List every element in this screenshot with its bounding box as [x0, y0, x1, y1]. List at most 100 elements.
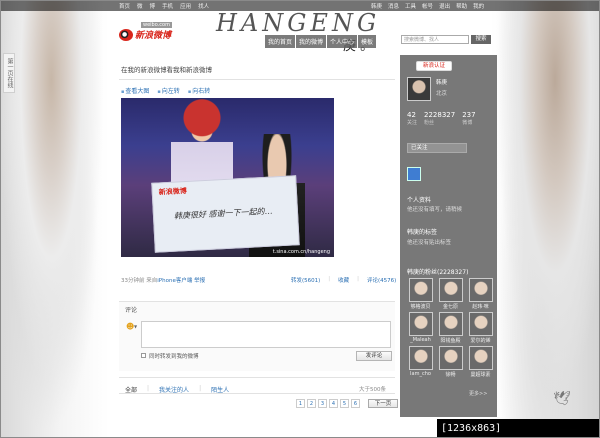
background-left-portrait — [1, 1, 113, 437]
followed-button[interactable]: 已关注 — [407, 143, 467, 153]
profile-stats: 42 关注 2228327 粉丝 237 微博 — [407, 111, 476, 126]
top-nav-item[interactable]: 消息 — [388, 2, 399, 10]
top-nav-item[interactable]: 微 — [137, 2, 143, 10]
top-nav-item[interactable]: 帮助 — [456, 2, 467, 10]
next-page-button[interactable]: 下一页 — [368, 399, 398, 408]
repost-link[interactable]: 转发(5601) — [291, 276, 320, 284]
profile-location: 北京 — [436, 91, 448, 97]
page-link[interactable]: 2 — [307, 399, 316, 408]
fan-item[interactable]: 赵玮·咪 — [467, 278, 494, 310]
logo-url: weibo.com — [141, 22, 172, 28]
top-nav-item[interactable]: 退出 — [439, 2, 450, 10]
top-nav-item[interactable]: 手机 — [162, 2, 173, 10]
submit-comment-button[interactable]: 发评论 — [356, 351, 392, 361]
fans-grid: 够格波贝 金七原 赵玮·咪 _Maleah 阳钱鱼殿 爱尔的烯 Iam_cho … — [407, 278, 494, 378]
top-nav-item[interactable]: 我的 — [473, 2, 484, 10]
stat-weibo[interactable]: 237 微博 — [462, 111, 475, 126]
side-tab[interactable]: 第一页在线 — [3, 53, 15, 93]
fan-item[interactable]: 徐畅 — [437, 346, 464, 378]
stat-following[interactable]: 42 关注 — [407, 111, 417, 126]
profile-name[interactable]: 韩庚 — [436, 78, 447, 86]
fan-avatar — [408, 346, 433, 370]
nav-personal-center[interactable]: 个人中心 — [327, 35, 358, 48]
weibo-eye-icon — [119, 28, 133, 41]
page-link[interactable]: 1 — [296, 399, 305, 408]
comment-link[interactable]: 评论(4576) — [367, 276, 396, 284]
page-link[interactable]: 5 — [340, 399, 349, 408]
top-nav-item[interactable]: 工具 — [405, 2, 416, 10]
stat-label: 关注 — [407, 120, 418, 126]
post-client-link[interactable]: iPhone客户端 — [157, 278, 192, 284]
sign-logo: 新浪微博 — [158, 187, 187, 197]
fan-avatar — [438, 312, 463, 336]
fan-name: _Maleah — [410, 337, 431, 343]
main-nav: 我的首页 我的微博 个人中心 模板 — [265, 35, 377, 48]
comment-input[interactable] — [141, 321, 391, 348]
fan-item[interactable]: 爱尔的烯 — [467, 312, 494, 344]
fan-item[interactable]: 够格波贝 — [407, 278, 434, 310]
tags-section-text: 他还没有贴出标签 — [407, 240, 452, 246]
nav-my-weibo[interactable]: 我的微博 — [296, 35, 327, 48]
profile-sidebar: 新浪认证 韩庚 北京 42 关注 2228327 粉丝 237 微博 已关注 个… — [400, 55, 497, 417]
comment-label: 评论 — [125, 307, 138, 314]
fan-name: Iam_cho — [410, 371, 431, 377]
stat-fans[interactable]: 2228327 粉丝 — [424, 111, 455, 126]
avatar[interactable] — [407, 77, 431, 101]
nav-my-home[interactable]: 我的首页 — [265, 35, 296, 48]
more-fans-link[interactable]: 更多>> — [469, 390, 487, 397]
separator: | — [328, 276, 331, 282]
rotate-right-link[interactable]: 向右转 — [188, 86, 210, 95]
sign-handwriting: 韩庚很好 感谢一下一起的… — [173, 206, 273, 221]
fans-section-title[interactable]: 韩庚的粉丝(2228327) — [407, 267, 468, 276]
fan-name: 够格波贝 — [410, 304, 431, 310]
view-large-image-link[interactable]: 查看大图 — [121, 86, 149, 95]
fan-avatar — [438, 278, 463, 302]
fan-name: 爱尔的烯 — [470, 338, 491, 344]
fan-name: 曼超球素 — [470, 372, 491, 378]
top-nav-left: 首页 微 博 手机 应用 找人 — [119, 2, 209, 10]
stat-number: 237 — [462, 111, 476, 119]
top-nav-item[interactable]: 首页 — [119, 2, 130, 10]
page-link[interactable]: 4 — [329, 399, 338, 408]
post-meta: 33分钟前 来自iPhone客户端 举报 — [121, 276, 205, 284]
divider — [119, 393, 395, 394]
report-link[interactable]: 举报 — [194, 278, 205, 284]
post-actions: 转发(5601) | 收藏 | 评论(4576) — [291, 276, 396, 284]
fan-item[interactable]: _Maleah — [407, 312, 434, 344]
top-nav-item[interactable]: 找人 — [198, 2, 209, 10]
fan-item[interactable]: 阳钱鱼殿 — [437, 312, 464, 344]
logo-text: 新浪微博 — [135, 31, 172, 41]
page-link[interactable]: 3 — [318, 399, 327, 408]
search-input[interactable]: 搜索微博、找人 — [401, 35, 469, 44]
favorite-link[interactable]: 收藏 — [338, 276, 349, 284]
divider — [119, 79, 395, 80]
pagination: 1 2 3 4 5 6 下一页 — [296, 399, 398, 408]
top-nav-item[interactable]: 博 — [150, 2, 156, 10]
post-photo[interactable]: 新浪微博 韩庚很好 感谢一下一起的… t.sina.com.cn/hangeng — [121, 98, 334, 257]
top-nav-item[interactable]: 帐号 — [422, 2, 433, 10]
fan-item[interactable]: 曼超球素 — [467, 346, 494, 378]
page-link[interactable]: 6 — [351, 399, 360, 408]
fan-item[interactable]: Iam_cho — [407, 346, 434, 378]
fan-item[interactable]: 金七原 — [437, 278, 464, 310]
weibo-logo[interactable]: 新浪微博 — [119, 28, 171, 41]
image-size-stamp: [1236x863] https://upic.me/ — [437, 419, 599, 437]
verified-badge[interactable]: 新浪认证 — [416, 61, 452, 71]
fan-avatar — [468, 346, 493, 370]
photo-sign-board: 新浪微博 韩庚很好 感谢一下一起的… — [151, 175, 300, 253]
top-nav-right: 韩庚 消息 工具 帐号 退出 帮助 我的 — [371, 2, 484, 10]
profile-section-title: 个人资料 — [407, 197, 432, 204]
nav-template[interactable]: 模板 — [358, 35, 377, 48]
top-nav-item[interactable]: 应用 — [180, 2, 191, 10]
comment-box: 评论 ☻ ▼ 同时转发到我的微博 发评论 — [119, 301, 395, 371]
profile-section-text: 他还没有填写，请稍候 — [407, 207, 463, 213]
search-button[interactable]: 搜索 — [471, 35, 491, 44]
fan-avatar — [408, 278, 433, 302]
stat-number: 2228327 — [424, 111, 456, 119]
chevron-down-icon[interactable]: ▼ — [134, 324, 137, 329]
rotate-left-link[interactable]: 向左转 — [157, 86, 180, 95]
repost-checkbox[interactable] — [141, 353, 146, 358]
stat-number: 42 — [407, 111, 416, 119]
divider — [119, 377, 395, 378]
post-title: 在我的新浪微博看我和新浪微博 — [121, 66, 212, 74]
